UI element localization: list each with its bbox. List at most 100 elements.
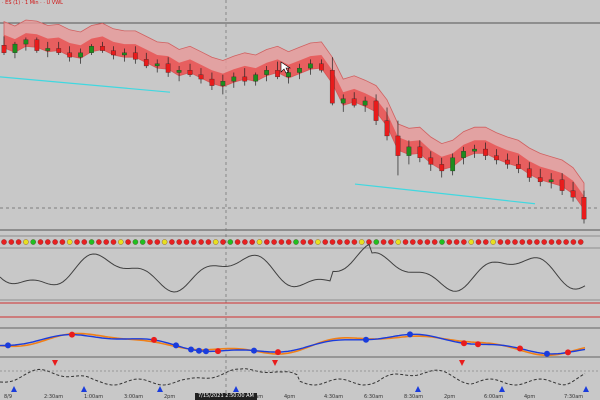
- status-dot: [351, 239, 358, 245]
- sell-arrow-marker: [272, 360, 278, 366]
- status-dot: [410, 239, 416, 245]
- status-dot: [271, 239, 277, 245]
- bear-candle: [132, 52, 138, 60]
- bull-candle: [461, 151, 466, 158]
- status-dot: [497, 239, 504, 245]
- bear-candle: [100, 46, 105, 51]
- x-axis-tick-label: 4pm: [524, 394, 535, 400]
- ma-cross-dot-blue: [203, 348, 209, 355]
- bull-candle: [286, 72, 291, 78]
- x-axis-tick-label: 8/9: [4, 394, 12, 400]
- bull-candle: [78, 52, 83, 58]
- bear-candle: [494, 155, 499, 161]
- status-dot: [570, 239, 577, 245]
- x-axis-tick-label: 6:30am: [364, 394, 383, 400]
- status-dot: [15, 239, 22, 245]
- buy-arrow-marker: [11, 386, 17, 392]
- status-dot: [453, 239, 460, 245]
- x-axis-tick-label: 3:00am: [124, 394, 143, 400]
- status-dot: [176, 239, 182, 245]
- bull-candle: [220, 81, 226, 86]
- bull-candle: [154, 63, 160, 67]
- x-axis-tick-label: 4pm: [284, 394, 295, 400]
- status-dot: [344, 239, 350, 245]
- status-dot: [388, 239, 394, 245]
- bear-candle: [581, 197, 587, 220]
- bear-candle: [505, 159, 510, 165]
- status-dot: [23, 239, 29, 245]
- status-dot: [424, 239, 431, 245]
- cursor-time-label: 7/15/2021 2:50:00 AM: [195, 393, 257, 400]
- ma-cross-dot-red: [69, 331, 75, 338]
- trend-line-2: [354, 183, 536, 205]
- status-dot: [161, 239, 168, 245]
- status-dot: [1, 239, 7, 245]
- buy-arrow-marker: [157, 386, 163, 392]
- bear-candle: [34, 39, 40, 51]
- ma-cross-dot-red: [215, 348, 221, 355]
- status-dot: [147, 239, 153, 245]
- bear-candle: [559, 179, 565, 191]
- status-dot: [563, 239, 569, 245]
- status-dot: [139, 239, 146, 245]
- bear-candle: [165, 63, 171, 73]
- status-dot: [205, 239, 212, 245]
- bull-candle: [406, 146, 412, 156]
- status-dot: [322, 239, 328, 245]
- status-dot: [373, 239, 380, 245]
- bull-candle: [253, 74, 259, 82]
- bull-candle: [12, 43, 18, 53]
- ma-cross-dot-red: [517, 345, 523, 352]
- status-dot: [220, 239, 226, 245]
- chart-canvas[interactable]: 8/92:30am1:00am3:00am2pm3:30pm2:30am4pm4…: [0, 0, 600, 400]
- trading-chart[interactable]: 8/92:30am1:00am3:00am2pm3:30pm2:30am4pm4…: [0, 0, 600, 400]
- status-dot: [519, 239, 526, 245]
- bear-candle: [56, 48, 62, 53]
- status-dot: [446, 239, 453, 245]
- ma-cross-dot-blue: [173, 342, 179, 349]
- bear-candle: [67, 52, 73, 58]
- bear-candle: [319, 63, 324, 71]
- bull-candle: [472, 148, 477, 152]
- status-dot: [256, 239, 263, 245]
- x-axis-tick-label: 2pm: [164, 394, 175, 400]
- bear-candle: [373, 100, 379, 121]
- status-dot: [74, 239, 80, 245]
- bull-candle: [362, 100, 368, 106]
- buy-arrow-marker: [233, 386, 239, 392]
- bull-candle: [308, 63, 313, 69]
- status-dot: [402, 239, 409, 245]
- status-dot: [278, 239, 285, 245]
- bull-candle: [297, 67, 302, 73]
- status-dot: [59, 239, 66, 245]
- bull-candle: [23, 39, 29, 45]
- bull-candle: [176, 70, 182, 73]
- ma-cross-dot-blue: [407, 331, 413, 338]
- bull-candle: [548, 179, 554, 183]
- status-dot: [249, 239, 255, 245]
- status-dot: [183, 239, 190, 245]
- status-dot: [504, 239, 511, 245]
- sell-arrow-marker: [52, 360, 58, 366]
- status-dot: [468, 239, 474, 245]
- status-dot: [534, 239, 540, 245]
- bull-candle: [89, 46, 94, 53]
- status-dot: [380, 239, 387, 245]
- status-dot: [556, 239, 562, 245]
- bear-candle: [187, 70, 193, 75]
- bear-candle: [143, 59, 149, 67]
- ma-cross-dot-blue: [188, 346, 194, 353]
- status-dot: [242, 239, 248, 245]
- status-dot: [548, 239, 555, 245]
- bear-candle: [384, 120, 390, 137]
- bear-candle: [351, 98, 357, 106]
- buy-arrow-marker: [81, 386, 87, 392]
- x-axis-tick-label: 7:30am: [564, 394, 583, 400]
- bull-candle: [45, 48, 51, 51]
- status-dot: [475, 239, 482, 245]
- oscillator-line: [0, 243, 586, 293]
- status-dot: [45, 239, 51, 245]
- status-dot: [300, 239, 307, 245]
- bear-candle: [515, 164, 521, 169]
- ma-cross-dot-blue: [363, 336, 369, 343]
